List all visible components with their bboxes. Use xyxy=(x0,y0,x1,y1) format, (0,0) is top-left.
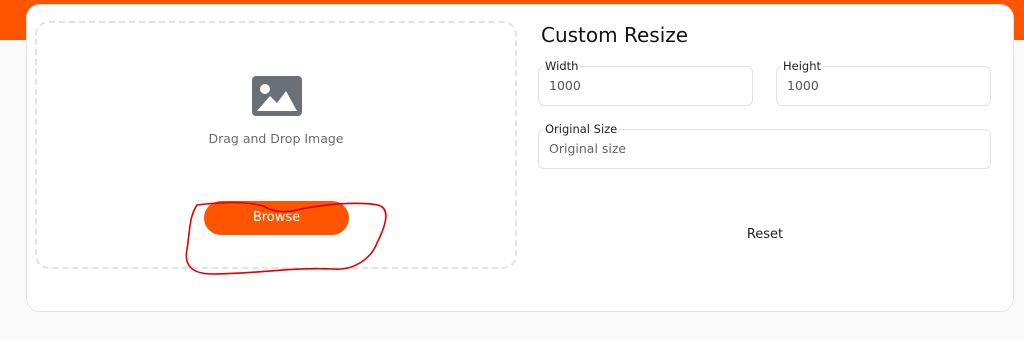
original-size-label: Original Size xyxy=(543,122,620,136)
image-dropzone[interactable]: Drag and Drop Image Browse xyxy=(35,21,517,275)
resize-card: Drag and Drop Image Browse Custom Resize… xyxy=(26,4,1014,312)
height-field[interactable]: Height xyxy=(776,59,991,106)
browse-button[interactable]: Browse xyxy=(204,201,349,235)
original-size-input[interactable] xyxy=(549,141,980,156)
width-input[interactable] xyxy=(549,78,742,93)
width-field[interactable]: Width xyxy=(538,59,753,106)
dropzone-text: Drag and Drop Image xyxy=(208,131,344,146)
image-icon xyxy=(252,76,302,116)
section-title: Custom Resize xyxy=(541,23,689,47)
height-input[interactable] xyxy=(787,78,980,93)
width-label: Width xyxy=(543,59,581,73)
original-size-field[interactable]: Original Size xyxy=(538,122,991,169)
height-label: Height xyxy=(781,59,824,73)
reset-button[interactable]: Reset xyxy=(727,224,803,244)
